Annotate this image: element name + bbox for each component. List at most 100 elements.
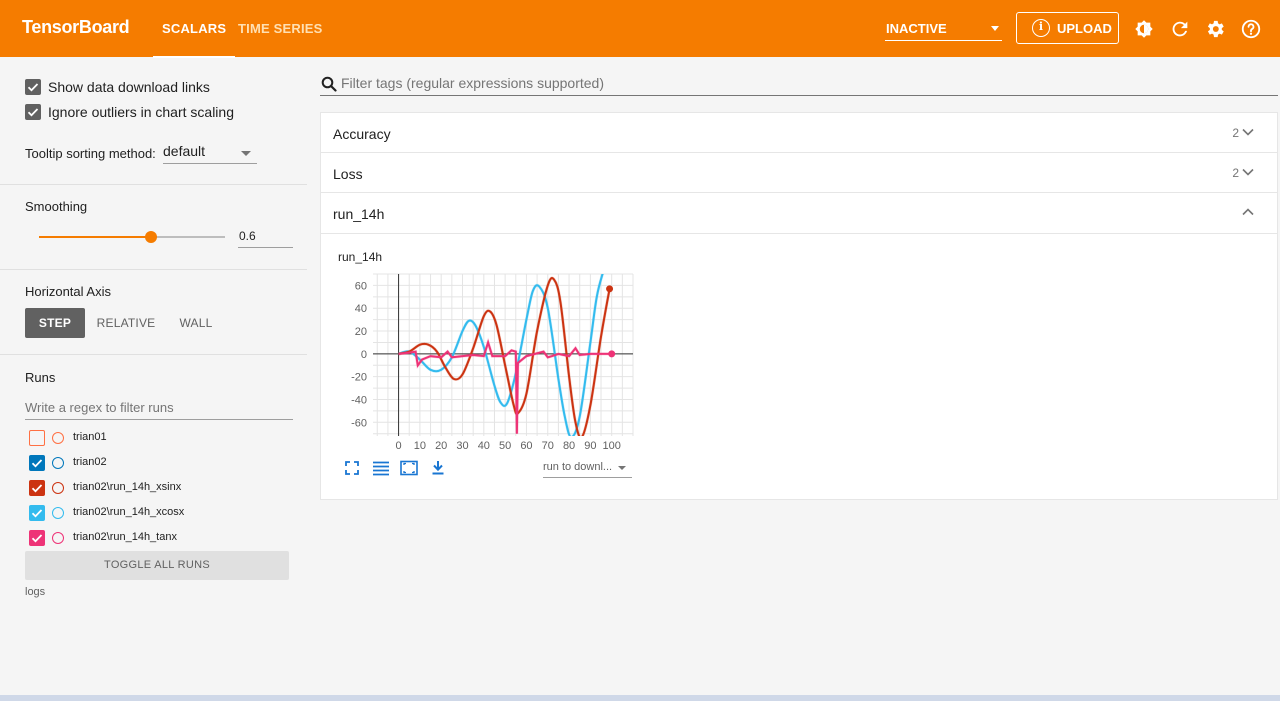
chevron-down-icon xyxy=(1242,128,1254,136)
check-icon xyxy=(31,459,43,468)
x-tick-label: 10 xyxy=(414,440,426,452)
top-app-bar: TensorBoard SCALARS TIME SERIES INACTIVE… xyxy=(0,0,1280,58)
fullscreen-icon[interactable] xyxy=(343,459,361,477)
show-download-links-label: Show data download links xyxy=(48,79,210,95)
axis-relative-button[interactable]: RELATIVE xyxy=(93,308,159,338)
series-last-point xyxy=(606,285,614,293)
y-tick-label: 0 xyxy=(361,349,367,361)
run-checkbox[interactable] xyxy=(29,455,45,471)
horizontal-axis-label: Horizontal Axis xyxy=(25,284,111,299)
x-tick-label: 30 xyxy=(456,440,468,452)
chart-card-title: run_14h xyxy=(338,250,383,264)
sidebar: Show data download links Ignore outliers… xyxy=(0,57,307,701)
run-color-icon[interactable] xyxy=(52,457,64,469)
run-name: trian02\run_14h_tanx xyxy=(73,531,177,543)
download-icon[interactable] xyxy=(429,459,447,477)
axis-step-button[interactable]: STEP xyxy=(25,308,85,338)
toggle-all-runs-button[interactable]: TOGGLE ALL RUNS xyxy=(25,551,289,580)
run-name: trian02 xyxy=(73,456,107,468)
run-color-icon[interactable] xyxy=(52,482,64,494)
settings-icon[interactable] xyxy=(1204,18,1226,40)
category-count: 2 xyxy=(1232,126,1239,140)
inactive-plugins-dropdown[interactable]: INACTIVE xyxy=(885,14,1002,41)
x-tick-label: 80 xyxy=(563,440,575,452)
brightness-icon[interactable] xyxy=(1133,18,1155,40)
tab-scalars[interactable]: SCALARS xyxy=(152,21,236,58)
run-checkbox[interactable] xyxy=(29,430,45,446)
smoothing-slider[interactable] xyxy=(39,231,225,243)
y-tick-label: -40 xyxy=(351,394,367,406)
ignore-outliers-label: Ignore outliers in chart scaling xyxy=(48,104,234,120)
tooltip-sorting-select[interactable]: default xyxy=(163,143,257,164)
run-name: trian02\run_14h_xsinx xyxy=(73,481,182,493)
run-checkbox[interactable] xyxy=(29,480,45,496)
tooltip-sorting-value: default xyxy=(163,143,206,159)
check-icon xyxy=(31,484,43,493)
run-row[interactable]: trian02\run_14h_tanx xyxy=(29,528,299,548)
check-icon xyxy=(31,534,43,543)
category-title: Accuracy xyxy=(333,126,391,142)
dropdown-label: INACTIVE xyxy=(886,21,947,36)
bottom-strip xyxy=(0,695,1280,701)
x-tick-label: 40 xyxy=(478,440,490,452)
category-title: Loss xyxy=(333,166,363,182)
x-tick-label: 90 xyxy=(584,440,596,452)
run-row[interactable]: trian02\run_14h_xsinx xyxy=(29,478,299,498)
run-download-label: run to downl... xyxy=(543,461,613,473)
run-row[interactable]: trian01 xyxy=(29,428,299,448)
axis-wall-button[interactable]: WALL xyxy=(167,308,225,338)
tag-filter-placeholder: Filter tags (regular expressions support… xyxy=(341,75,605,91)
tooltip-sorting-label: Tooltip sorting method: xyxy=(25,146,156,161)
show-download-links-checkbox[interactable] xyxy=(25,79,41,95)
info-icon: i xyxy=(1032,19,1050,37)
category-accuracy[interactable]: Accuracy 2 xyxy=(320,112,1278,153)
chevron-down-icon xyxy=(241,151,251,156)
check-icon xyxy=(31,509,43,518)
tag-filter-input[interactable]: Filter tags (regular expressions support… xyxy=(320,71,1278,96)
run-name: trian01 xyxy=(73,431,107,443)
ignore-outliers-checkbox[interactable] xyxy=(25,104,41,120)
sidebar-divider xyxy=(0,184,307,185)
refresh-icon[interactable] xyxy=(1169,18,1191,40)
run-row[interactable]: trian02 xyxy=(29,453,299,473)
category-header[interactable]: run_14h xyxy=(321,193,1277,234)
runs-label: Runs xyxy=(25,370,56,385)
upload-button[interactable]: i UPLOAD xyxy=(1016,12,1119,44)
run-color-icon[interactable] xyxy=(52,432,64,444)
y-tick-label: 40 xyxy=(355,303,367,315)
help-icon[interactable] xyxy=(1240,18,1262,40)
run-download-select[interactable]: run to downl... xyxy=(543,457,632,478)
smoothing-label: Smoothing xyxy=(25,199,88,214)
series-last-point xyxy=(608,350,616,358)
y-tick-label: -20 xyxy=(351,372,367,384)
chevron-up-icon xyxy=(1242,208,1254,216)
check-icon xyxy=(27,108,39,117)
run-color-icon[interactable] xyxy=(52,507,64,519)
chevron-down-icon xyxy=(618,466,626,470)
run-row[interactable]: trian02\run_14h_xcosx xyxy=(29,503,299,523)
smoothing-slider-knob[interactable] xyxy=(144,231,157,243)
tab-time-series[interactable]: TIME SERIES xyxy=(238,21,323,36)
search-icon xyxy=(321,76,337,92)
run-name: trian02\run_14h_xcosx xyxy=(73,506,185,518)
toggle-log-scale-icon[interactable] xyxy=(372,459,390,477)
sidebar-divider xyxy=(0,269,307,270)
run-filter-input[interactable]: Write a regex to filter runs xyxy=(25,398,293,420)
x-tick-label: 70 xyxy=(542,440,554,452)
chevron-down-icon xyxy=(1242,168,1254,176)
category-loss[interactable]: Loss 2 xyxy=(320,152,1278,193)
scalar-chart[interactable]: 0 10 20 30 40 50 60 70 80 90 100 60 40 20 0 -20 -40 -60 xyxy=(338,268,638,458)
y-tick-label: -60 xyxy=(351,417,367,429)
upload-label: UPLOAD xyxy=(1057,21,1112,36)
x-tick-label: 100 xyxy=(603,440,621,452)
sidebar-divider xyxy=(0,354,307,355)
fit-domain-icon[interactable] xyxy=(400,459,418,477)
run-checkbox[interactable] xyxy=(29,530,45,546)
run-checkbox[interactable] xyxy=(29,505,45,521)
logdir-label: logs xyxy=(25,586,46,598)
x-tick-label: 60 xyxy=(520,440,532,452)
run-color-icon[interactable] xyxy=(52,532,64,544)
smoothing-value-input[interactable]: 0.6 xyxy=(238,227,293,248)
check-icon xyxy=(27,83,39,92)
x-tick-label: 0 xyxy=(396,440,402,452)
